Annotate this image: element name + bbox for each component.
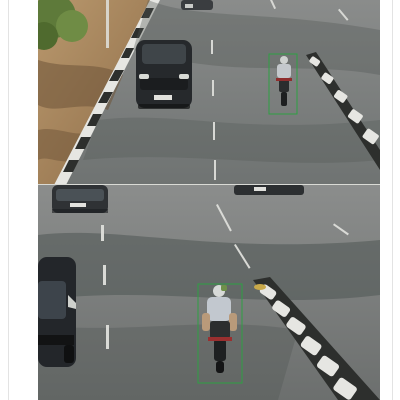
page-border-right (392, 0, 393, 400)
camera-frame-top (38, 0, 380, 185)
road-scene-bottom (38, 185, 380, 400)
car-dark-suv-left (38, 257, 76, 367)
road-shadow (83, 117, 380, 163)
page-border-left (8, 0, 9, 400)
car-dark-suv (136, 40, 192, 109)
camera-frame-bottom (38, 185, 380, 400)
car-far (181, 0, 213, 10)
road-scene-top (38, 0, 380, 185)
road-shadow (38, 324, 298, 400)
car-dark-partial (234, 185, 304, 195)
car-silver (52, 185, 108, 213)
